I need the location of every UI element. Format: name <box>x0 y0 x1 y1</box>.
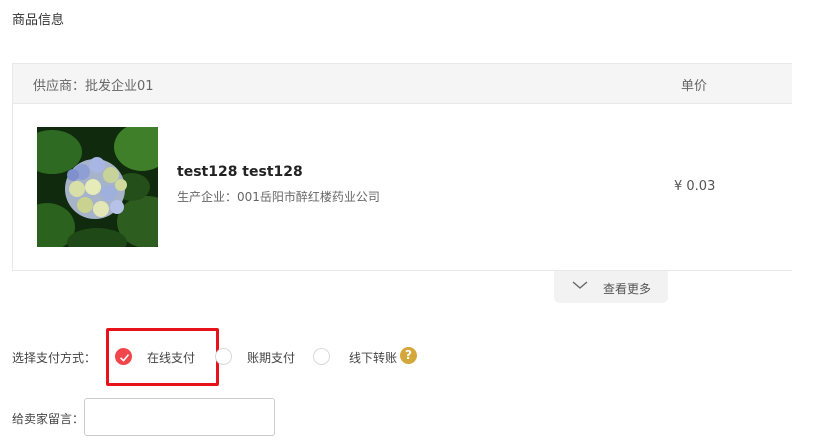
check-icon <box>119 354 130 362</box>
radio-offline-transfer[interactable] <box>313 348 330 365</box>
order-item-card: 供应商：批发企业01 单价 test128 test128 生产企业：001岳阳… <box>12 63 792 271</box>
radio-online-payment[interactable] <box>115 348 132 365</box>
supplier-label: 供应商：批发企业01 <box>33 79 154 94</box>
view-more-label: 查看更多 <box>603 282 652 296</box>
manufacturer-label: 生产企业：001岳阳市醉红楼药业公司 <box>177 190 380 204</box>
radio-credit-payment[interactable] <box>215 348 232 365</box>
message-to-seller-input[interactable] <box>84 398 275 436</box>
help-icon[interactable]: ? <box>400 347 417 364</box>
option-offline-transfer-label[interactable]: 线下转账 <box>349 349 397 366</box>
option-online-payment-label[interactable]: 在线支付 <box>147 349 195 366</box>
price-column-header: 单价 <box>681 79 708 94</box>
product-image[interactable] <box>37 127 158 247</box>
view-more-button[interactable]: 查看更多 <box>554 271 668 303</box>
chevron-down-icon <box>572 281 588 289</box>
payment-method-label: 选择支付方式： <box>12 351 97 365</box>
card-header: 供应商：批发企业01 单价 <box>13 64 792 104</box>
unit-price: ¥ 0.03 <box>674 179 716 194</box>
message-to-seller-label: 给卖家留言： <box>12 412 85 426</box>
product-name[interactable]: test128 test128 <box>177 164 303 180</box>
option-credit-payment-label[interactable]: 账期支付 <box>247 349 295 366</box>
section-title: 商品信息 <box>12 13 65 28</box>
